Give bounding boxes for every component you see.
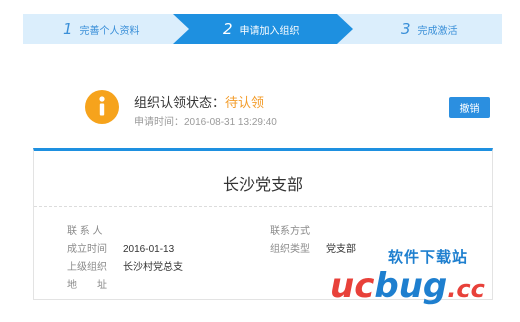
field-address: 地 址 bbox=[67, 276, 123, 291]
status-value: 待认领 bbox=[225, 95, 265, 110]
field-label: 地 址 bbox=[67, 280, 107, 291]
field-founded: 成立时间 2016-01-13 bbox=[67, 240, 174, 255]
step-complete-profile: 1 完善个人资料 bbox=[23, 14, 191, 44]
field-label: 联 系 人 bbox=[67, 226, 103, 237]
step-label: 完善个人资料 bbox=[79, 25, 140, 37]
status-label: 组织认领状态： bbox=[134, 95, 226, 110]
step-apply-join-org: 2 申请加入组织 bbox=[173, 14, 355, 44]
step-label: 申请加入组织 bbox=[239, 25, 300, 37]
org-name: 长沙党支部 bbox=[222, 177, 303, 194]
revoke-button[interactable]: 撤销 bbox=[449, 97, 490, 118]
field-label: 组织类型 bbox=[270, 244, 310, 255]
field-phone: 联系方式 bbox=[270, 222, 326, 237]
field-label: 上级组织 bbox=[67, 262, 107, 273]
apply-time: 申请时间：2016-08-31 13:29:40 bbox=[134, 117, 277, 128]
info-icon bbox=[85, 90, 119, 124]
watermark-logo: ucbug.cc bbox=[330, 266, 485, 306]
progress-stepper: 1 完善个人资料 2 申请加入组织 3 完成激活 bbox=[23, 14, 502, 44]
step-label: 完成激活 bbox=[417, 25, 458, 37]
field-value: 2016-01-13 bbox=[123, 244, 175, 255]
watermark-text: 软件下载站 bbox=[388, 249, 469, 266]
field-label: 成立时间 bbox=[67, 244, 107, 255]
step-activate: 3 完成激活 bbox=[337, 14, 502, 44]
field-label: 联系方式 bbox=[270, 226, 310, 237]
org-claim-status: 组织认领状态：待认领 bbox=[134, 92, 264, 111]
step-number: 3 bbox=[401, 20, 411, 38]
step-number: 1 bbox=[63, 20, 73, 38]
field-value: 长沙村党总支 bbox=[123, 262, 183, 273]
divider bbox=[34, 206, 492, 207]
field-contact: 联 系 人 bbox=[67, 222, 123, 237]
field-parent-org: 上级组织 长沙村党总支 bbox=[67, 258, 183, 273]
site-watermark: 软件下载站 ucbug.cc bbox=[330, 244, 520, 314]
step-number: 2 bbox=[223, 20, 233, 38]
